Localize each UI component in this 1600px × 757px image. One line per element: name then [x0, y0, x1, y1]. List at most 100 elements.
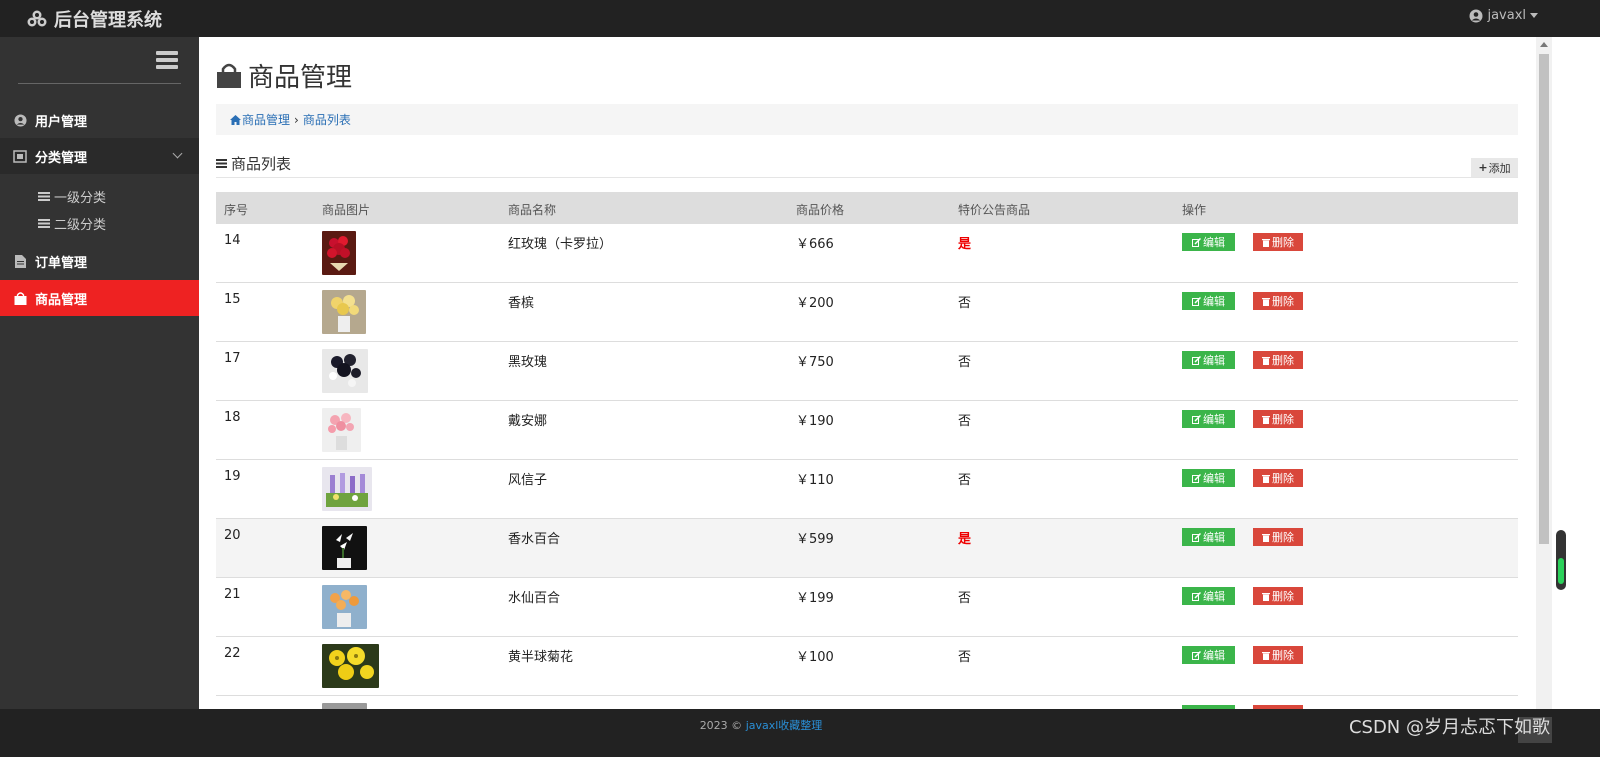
special-flag: 否: [958, 414, 972, 429]
product-table: 序号 商品图片 商品名称 商品价格 特价公告商品 操作 14 红玫瑰（卡罗拉） …: [216, 192, 1518, 709]
table-row: 15 香槟 ￥200 否 编辑 删除: [216, 283, 1518, 342]
edit-button[interactable]: 编辑: [1182, 646, 1235, 664]
product-image: [322, 526, 367, 570]
trash-icon: [1262, 592, 1270, 601]
edit-button[interactable]: 编辑: [1182, 587, 1235, 605]
delete-button[interactable]: 删除: [1253, 410, 1303, 428]
scroll-up-icon[interactable]: [1540, 42, 1548, 47]
column-header: 商品价格: [796, 203, 845, 217]
add-button[interactable]: + 添加: [1471, 158, 1518, 177]
plus-icon: +: [1478, 161, 1488, 174]
row-id: 17: [224, 351, 241, 366]
row-id: 21: [224, 587, 241, 602]
delete-button[interactable]: 删除: [1253, 233, 1303, 251]
edit-icon: [1192, 237, 1201, 247]
trash-icon: [1262, 474, 1270, 483]
shopping-bag-icon: [13, 291, 27, 305]
trash-icon: [1262, 651, 1270, 660]
edit-icon: [1192, 650, 1201, 660]
top-navbar: 后台管理系统 javaxl: [0, 0, 1600, 37]
trash-icon: [1262, 415, 1270, 424]
special-flag: 否: [958, 650, 972, 665]
table-header: 序号 商品图片 商品名称 商品价格 特价公告商品 操作: [216, 192, 1518, 224]
edit-button[interactable]: 编辑: [1182, 528, 1235, 546]
caret-down-icon: [1530, 13, 1538, 18]
special-flag: 否: [958, 473, 972, 488]
delete-button[interactable]: 删除: [1253, 351, 1303, 369]
scrollbar-thumb[interactable]: [1539, 54, 1549, 544]
product-name: 水仙百合: [508, 591, 561, 606]
table-row: 22 黄半球菊花 ￥100 否 编辑 删除: [216, 637, 1518, 696]
table-row-partial: [216, 696, 1518, 709]
product-price: ￥200: [796, 296, 834, 311]
special-flag: 是: [958, 237, 972, 252]
watermark: CSDN @岁月忐忑下如歌: [1348, 717, 1550, 738]
product-price: ￥100: [796, 650, 834, 665]
home-icon: [230, 114, 241, 125]
row-id: 15: [224, 292, 241, 307]
section-title: 商品列表: [216, 153, 291, 174]
page-scrollbar[interactable]: [1536, 37, 1552, 709]
sidebar-item-users[interactable]: 用户管理: [0, 102, 199, 138]
special-flag: 是: [958, 532, 972, 547]
special-flag: 否: [958, 355, 972, 370]
chevron-down-icon: [172, 148, 183, 159]
delete-button[interactable]: 删除: [1253, 292, 1303, 310]
main-content: 商品管理 商品管理 › 商品列表 商品列表 + 添加 序号 商品图片 商品名称 …: [199, 37, 1536, 709]
sidebar-item-products[interactable]: 商品管理: [0, 280, 199, 316]
breadcrumb-link-list[interactable]: 商品列表: [303, 111, 351, 128]
edit-icon: [1192, 296, 1201, 306]
edit-button[interactable]: 编辑: [1182, 292, 1235, 310]
footer-link[interactable]: javaxl收藏整理: [746, 719, 823, 732]
edit-button[interactable]: 编辑: [1182, 410, 1235, 428]
breadcrumb-link-products[interactable]: 商品管理: [242, 111, 290, 128]
edit-button[interactable]: 编辑: [1182, 469, 1235, 487]
sidebar-item-label: 用户管理: [35, 114, 88, 130]
product-image: [322, 585, 367, 629]
product-price: ￥110: [796, 473, 834, 488]
product-name: 黑玫瑰: [508, 355, 548, 370]
product-image: [322, 290, 366, 334]
sidebar-subitem-level2[interactable]: 二级分类: [38, 214, 106, 233]
table-row: 18 戴安娜 ￥190 否 编辑 删除: [216, 401, 1518, 460]
sidebar-item-label: 订单管理: [35, 255, 88, 271]
sidebar-item-orders[interactable]: 订单管理: [0, 243, 199, 279]
product-name: 风信子: [508, 473, 548, 488]
edit-button[interactable]: 编辑: [1182, 233, 1235, 251]
edit-icon: [1192, 355, 1201, 365]
sidebar-item-categories[interactable]: 分类管理: [0, 138, 199, 174]
row-id: 20: [224, 528, 241, 543]
file-icon: [13, 254, 27, 268]
list-icon: [38, 219, 50, 228]
table-row: 14 红玫瑰（卡罗拉） ￥666 是 编辑 删除: [216, 224, 1518, 283]
row-id: 22: [224, 646, 241, 661]
trash-icon: [1262, 297, 1270, 306]
delete-button[interactable]: 删除: [1253, 528, 1303, 546]
menu-toggle-icon[interactable]: [156, 51, 178, 72]
sidebar-subitem-level1[interactable]: 一级分类: [38, 187, 106, 206]
product-name: 香槟: [508, 296, 535, 311]
sidebar-subitem-label: 二级分类: [54, 218, 107, 233]
column-header: 商品名称: [508, 203, 557, 217]
list-icon: [216, 159, 227, 168]
edit-icon: [1192, 473, 1201, 483]
row-id: 14: [224, 233, 241, 248]
sidebar-item-label: 商品管理: [35, 292, 88, 308]
product-price: ￥599: [796, 532, 834, 547]
delete-button[interactable]: 删除: [1253, 646, 1303, 664]
product-image: [322, 349, 368, 393]
delete-button[interactable]: 删除: [1253, 469, 1303, 487]
product-image: [322, 231, 356, 275]
cubes-icon: [27, 10, 47, 27]
delete-button[interactable]: 删除: [1253, 587, 1303, 605]
brand-title: 后台管理系统: [54, 10, 162, 31]
scroll-indicator: [1556, 530, 1566, 590]
edit-button[interactable]: 编辑: [1182, 351, 1235, 369]
brand[interactable]: 后台管理系统: [26, 6, 162, 32]
product-name: 黄半球菊花: [508, 650, 574, 665]
product-name: 戴安娜: [508, 414, 548, 429]
table-row: 17 黑玫瑰 ￥750 否 编辑 删除: [216, 342, 1518, 401]
breadcrumb: 商品管理 › 商品列表: [216, 104, 1518, 135]
sidebar-divider: [18, 83, 181, 84]
user-menu[interactable]: javaxl: [1469, 8, 1538, 23]
